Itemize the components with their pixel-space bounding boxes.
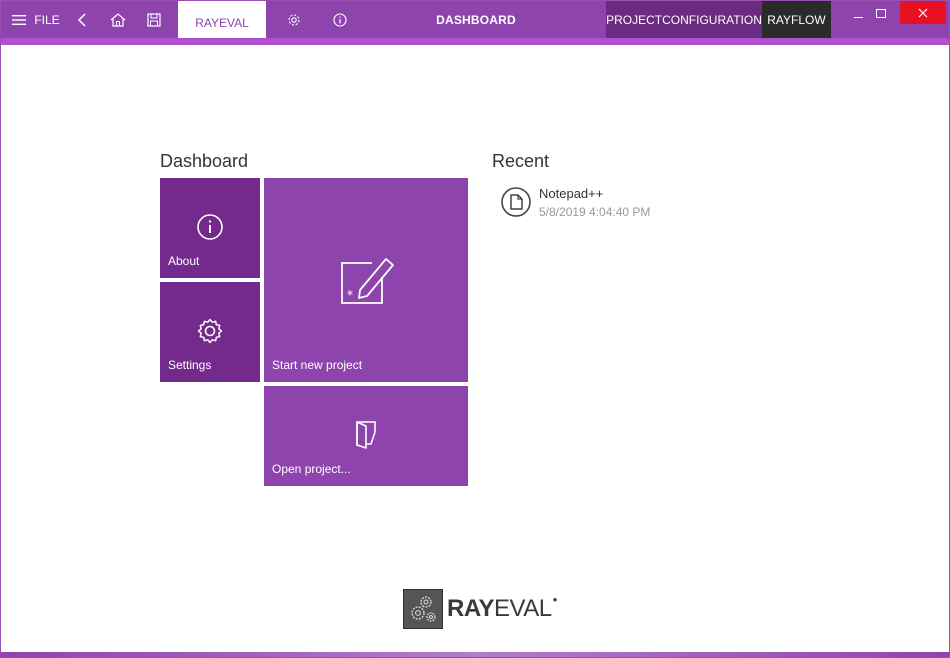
app-window: FILE RAYEVAL DASHBOARD PROJECTCONFIGURAT…	[0, 0, 950, 658]
new-project-icon: *	[338, 252, 394, 308]
recent-item-name: Notepad++	[539, 186, 604, 201]
recent-item-timestamp: 5/8/2019 4:04:40 PM	[539, 205, 651, 219]
registered-mark-icon: ●	[552, 595, 558, 604]
dashboard-heading: Dashboard	[160, 151, 249, 171]
back-icon[interactable]	[73, 1, 91, 38]
save-icon[interactable]	[144, 1, 164, 38]
logo-text-bold: RAY	[447, 595, 494, 622]
rayflow-button[interactable]: RAYFLOW	[762, 1, 831, 38]
bottom-accent-bar	[1, 652, 949, 657]
start-new-project-label: Start new project	[272, 358, 363, 372]
close-icon[interactable]	[900, 1, 946, 24]
svg-text:*: *	[347, 288, 353, 302]
maximize-icon[interactable]	[871, 1, 891, 38]
open-folder-icon	[352, 418, 380, 450]
title-bar: FILE RAYEVAL DASHBOARD PROJECTCONFIGURAT…	[1, 1, 949, 45]
recent-item[interactable]: Notepad++ 5/8/2019 4:04:40 PM	[501, 185, 701, 221]
minimize-icon[interactable]	[849, 1, 869, 38]
open-project-label: Open project...	[272, 462, 351, 476]
about-tile[interactable]: About	[160, 178, 260, 278]
gears-icon	[403, 589, 443, 629]
about-label: About	[168, 254, 200, 268]
start-new-project-tile[interactable]: * Start new project	[264, 178, 468, 382]
logo-text-light: EVAL	[493, 595, 552, 622]
menu-icon[interactable]	[9, 1, 29, 38]
logo-text: RAYEVAL●	[447, 595, 557, 623]
info-icon	[194, 211, 226, 243]
settings-tile[interactable]: Settings	[160, 282, 260, 382]
open-project-tile[interactable]: Open project...	[264, 386, 468, 486]
window-title: DASHBOARD	[436, 12, 516, 27]
file-menu-button[interactable]: FILE	[34, 1, 60, 38]
gear-icon	[194, 315, 226, 347]
info-icon[interactable]	[330, 1, 350, 38]
project-configuration-button[interactable]: PROJECTCONFIGURATION	[606, 1, 762, 38]
document-icon	[501, 187, 531, 217]
home-icon[interactable]	[108, 1, 128, 38]
title-bar-accent	[1, 38, 949, 45]
rayeval-logo: RAYEVAL●	[403, 589, 557, 629]
recent-heading: Recent	[492, 151, 550, 171]
gear-icon[interactable]	[284, 1, 304, 38]
settings-label: Settings	[168, 358, 212, 372]
